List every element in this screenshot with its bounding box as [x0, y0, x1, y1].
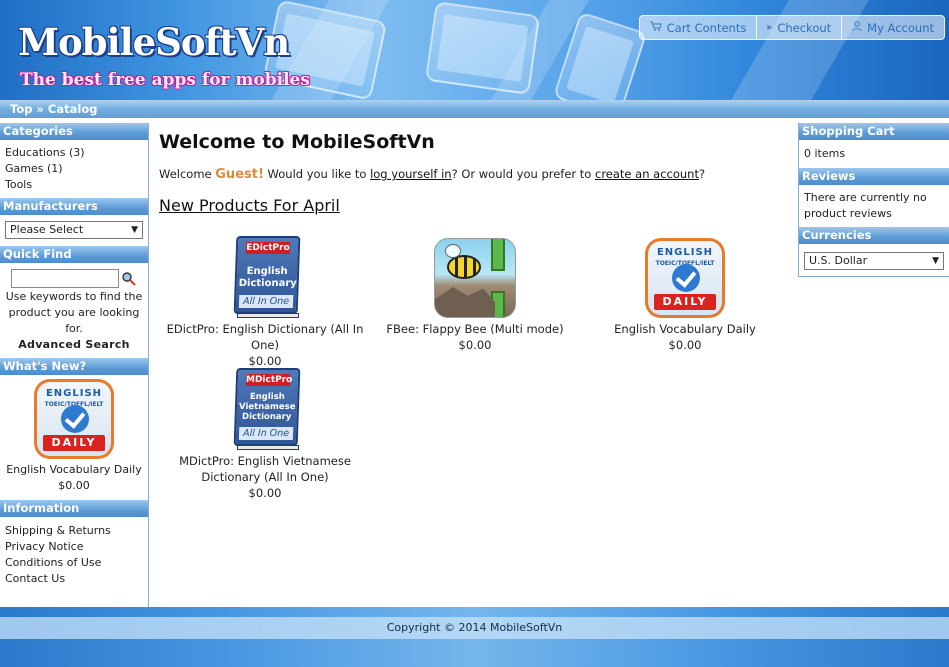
login-link[interactable]: log yourself in [370, 167, 452, 181]
main-content: Welcome to MobileSoftVn Welcome Guest! W… [159, 123, 789, 215]
quick-find-input[interactable] [11, 269, 119, 288]
arrow-right-icon: ▸ [767, 22, 773, 33]
checkout-link[interactable]: ▸ Checkout [757, 16, 843, 39]
product-price: $0.00 [458, 338, 492, 352]
reviews-box: There are currently no product reviews [799, 185, 949, 227]
product-price: $0.00 [248, 354, 282, 368]
product-name[interactable]: FBee: Flappy Bee (Multi mode) [370, 321, 580, 337]
currencies-box: U.S. Dollar ▼ [799, 244, 949, 276]
phone-graphic [424, 1, 541, 95]
mdictpro-icon[interactable]: MDictPro English Vietnamese Dictionary A… [229, 368, 301, 450]
top-nav: Cart Contents ▸ Checkout My Account [638, 15, 945, 40]
manufacturers-selected: Please Select [10, 223, 84, 236]
currency-select[interactable]: U.S. Dollar ▼ [804, 252, 944, 270]
create-account-link[interactable]: create an account [595, 167, 699, 181]
vocabulary-icon[interactable]: ENGLISH TOEIC/TOEFL/IELT DAILY [34, 379, 114, 459]
chevron-down-icon: ▼ [932, 256, 939, 266]
my-account-label: My Account [867, 20, 934, 35]
left-sidebar: Categories Educations (3) Games (1) Tool… [0, 123, 149, 607]
cart-contents-label: Cart Contents [666, 20, 747, 35]
currencies-heading: Currencies [799, 227, 949, 244]
quick-find-heading: Quick Find [0, 246, 148, 263]
product-name[interactable]: English Vocabulary Daily [580, 321, 790, 337]
whats-new-product-name[interactable]: English Vocabulary Daily [5, 462, 143, 478]
product-card: ENGLISH TOEIC/TOEFL/IELT DAILY English V… [580, 236, 790, 353]
logo-tagline: The best free apps for mobiles [20, 70, 310, 90]
chevron-down-icon: ▼ [131, 225, 138, 235]
advanced-search-link[interactable]: Advanced Search [5, 337, 143, 353]
product-name[interactable]: EDictPro: English Dictionary (All In One… [160, 321, 370, 353]
categories-heading: Categories [0, 123, 148, 140]
product-card: EDictPro English Dictionary All In One E… [160, 236, 370, 369]
product-price: $0.00 [248, 486, 282, 500]
logo-title[interactable]: MobileSoftVn [18, 20, 290, 64]
quick-find-help: Use keywords to find the product you are… [5, 290, 143, 335]
categories-box: Educations (3) Games (1) Tools [0, 140, 148, 198]
footer-bar: Copyright © 2014 MobileSoftVn [0, 617, 949, 639]
manufacturers-heading: Manufacturers [0, 198, 148, 215]
welcome-end: ? [698, 167, 706, 181]
info-link-contact[interactable]: Contact Us [5, 571, 143, 587]
footer: Copyright © 2014 MobileSoftVn [0, 607, 949, 667]
whats-new-product-price: $0.00 [58, 479, 90, 492]
quick-find-box: Use keywords to find the product you are… [0, 263, 148, 358]
cart-contents-link[interactable]: Cart Contents [640, 16, 758, 39]
info-link-conditions[interactable]: Conditions of Use [5, 555, 143, 571]
information-heading: Information [0, 500, 148, 517]
whats-new-heading: What's New? [0, 358, 148, 375]
reviews-heading[interactable]: Reviews [799, 168, 949, 185]
info-link-shipping[interactable]: Shipping & Returns [5, 523, 143, 539]
cart-icon [649, 21, 662, 34]
reviews-text: There are currently no product reviews [804, 191, 927, 220]
welcome-mid: Would you like to [267, 167, 367, 181]
new-products-heading[interactable]: New Products For April [159, 196, 789, 215]
copyright-text: Copyright © 2014 MobileSoftVn [386, 621, 563, 634]
manufacturers-box: Please Select ▼ [0, 215, 148, 246]
breadcrumb-separator: » [36, 102, 44, 116]
vocabulary-icon[interactable]: ENGLISH TOEIC/TOEFL/IELT DAILY [645, 238, 725, 318]
category-item[interactable]: Educations (3) [5, 145, 143, 161]
breadcrumb: Top » Catalog [0, 100, 949, 118]
welcome-prefix: Welcome [159, 167, 212, 181]
page-title: Welcome to MobileSoftVn [159, 131, 435, 153]
info-link-privacy[interactable]: Privacy Notice [5, 539, 143, 555]
product-price: $0.00 [668, 338, 702, 352]
currency-selected: U.S. Dollar [809, 254, 868, 267]
guest-label: Guest! [215, 167, 264, 182]
my-account-link[interactable]: My Account [842, 16, 944, 39]
user-icon [852, 21, 862, 34]
breadcrumb-top[interactable]: Top [10, 102, 32, 116]
header: MobileSoftVn The best free apps for mobi… [0, 0, 949, 100]
manufacturers-select[interactable]: Please Select ▼ [5, 221, 143, 239]
breadcrumb-catalog[interactable]: Catalog [48, 102, 98, 116]
information-box: Shipping & Returns Privacy Notice Condit… [0, 517, 148, 592]
category-item[interactable]: Tools [5, 177, 143, 193]
product-card: MDictPro English Vietnamese Dictionary A… [160, 368, 370, 501]
edictpro-icon[interactable]: EDictPro English Dictionary All In One [229, 236, 301, 318]
checkout-label: Checkout [777, 20, 832, 35]
shopping-cart-box: 0 items [799, 140, 949, 168]
cart-items-count: 0 items [804, 147, 846, 160]
category-item[interactable]: Games (1) [5, 161, 143, 177]
search-icon[interactable] [121, 271, 137, 287]
flappy-bee-icon[interactable] [434, 238, 516, 318]
whats-new-box: ENGLISH TOEIC/TOEFL/IELT DAILY English V… [0, 375, 148, 499]
welcome-text: Welcome Guest! Would you like to log you… [159, 167, 789, 182]
welcome-mid2: ? Or would you prefer to [451, 167, 592, 181]
product-card: FBee: Flappy Bee (Multi mode) $0.00 [370, 236, 580, 353]
shopping-cart-heading[interactable]: Shopping Cart [799, 123, 949, 140]
right-sidebar: Shopping Cart 0 items Reviews There are … [798, 123, 949, 277]
product-name[interactable]: MDictPro: English Vietnamese Dictionary … [160, 453, 370, 485]
